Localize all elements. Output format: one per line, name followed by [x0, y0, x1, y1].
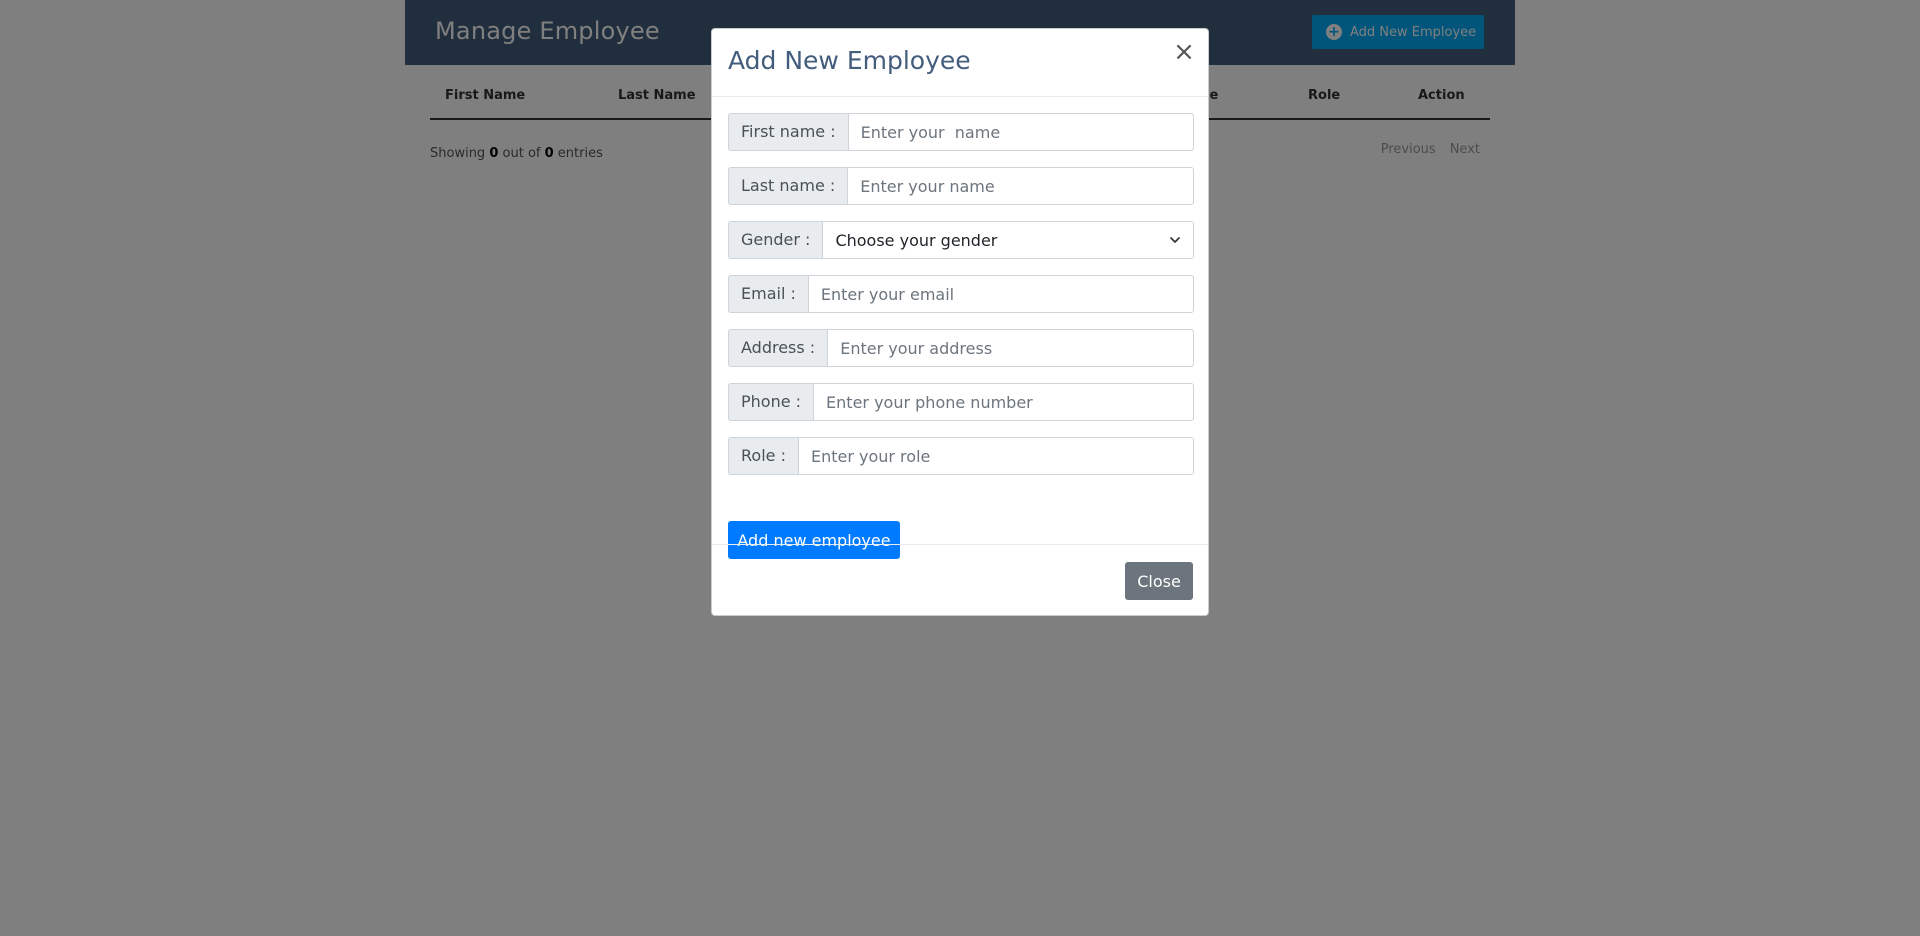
phone-group: Phone :	[728, 383, 1194, 421]
role-group: Role :	[728, 437, 1194, 475]
close-icon[interactable]: ×	[1172, 39, 1196, 65]
first-name-input[interactable]	[847, 113, 1194, 151]
close-button[interactable]: Close	[1125, 562, 1193, 600]
add-employee-modal: Add New Employee × First name : Last nam…	[711, 28, 1209, 616]
address-input[interactable]	[827, 329, 1194, 367]
first-name-label: First name :	[728, 113, 848, 151]
phone-label: Phone :	[728, 383, 814, 421]
modal-footer: Close	[712, 544, 1208, 616]
role-label: Role :	[728, 437, 798, 475]
email-group: Email :	[728, 275, 1194, 313]
address-group: Address :	[728, 329, 1194, 367]
chevron-down-icon	[1170, 237, 1180, 243]
modal-header: Add New Employee ×	[712, 29, 1208, 97]
gender-label: Gender :	[728, 221, 823, 259]
role-input[interactable]	[797, 437, 1194, 475]
phone-input[interactable]	[813, 383, 1194, 421]
last-name-input[interactable]	[847, 167, 1194, 205]
last-name-label: Last name :	[728, 167, 848, 205]
last-name-group: Last name :	[728, 167, 1194, 205]
employee-form: First name : Last name : Gender : Choose…	[728, 113, 1194, 559]
first-name-group: First name :	[728, 113, 1194, 151]
address-label: Address :	[728, 329, 828, 367]
gender-selected-value: Choose your gender	[835, 230, 998, 250]
email-input[interactable]	[807, 275, 1194, 313]
gender-group: Gender : Choose your gender	[728, 221, 1194, 259]
email-label: Email :	[728, 275, 808, 313]
gender-select[interactable]: Choose your gender	[822, 221, 1194, 259]
modal-title: Add New Employee	[728, 46, 971, 75]
